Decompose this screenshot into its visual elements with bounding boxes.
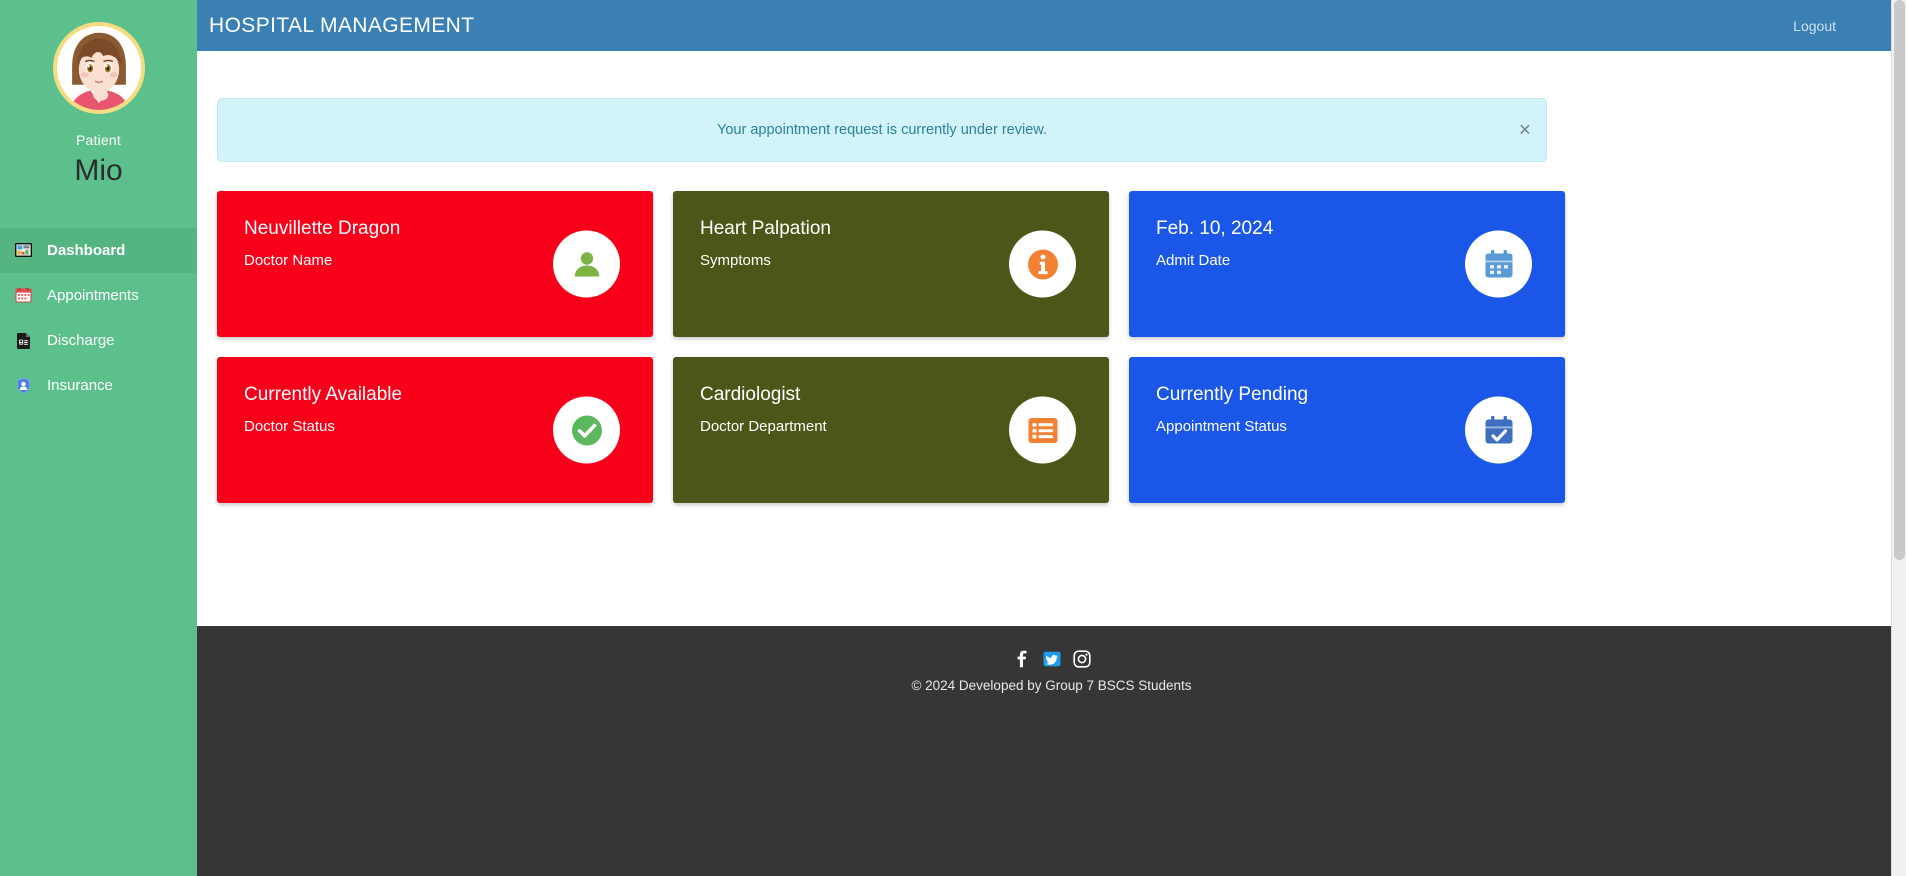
card-symptoms[interactable]: Heart Palpation Symptoms	[673, 191, 1109, 337]
sidebar-item-discharge[interactable]: Discharge	[0, 318, 197, 363]
calendar-check-icon	[1465, 396, 1532, 464]
app-root: Patient Mio Dashboard Appointments Disch…	[0, 0, 1906, 876]
calendar-icon	[14, 286, 33, 305]
sidebar-item-insurance[interactable]: Insurance	[0, 363, 197, 408]
card-admit-date[interactable]: Feb. 10, 2024 Admit Date	[1129, 191, 1565, 337]
alert-banner: Your appointment request is currently un…	[217, 98, 1547, 162]
dashboard-icon	[14, 241, 33, 260]
logout-link[interactable]: Logout	[1793, 18, 1836, 34]
main-area: HOSPITAL MANAGEMENT Logout Your appointm…	[197, 0, 1906, 876]
stat-card-grid: Neuvillette Dragon Doctor Name Heart Pal…	[217, 191, 1565, 503]
check-circle-icon	[553, 396, 620, 464]
document-icon	[14, 331, 33, 350]
avatar	[52, 22, 145, 114]
sidebar-item-label: Discharge	[47, 332, 115, 349]
content-area: Your appointment request is currently un…	[197, 51, 1906, 626]
page-title: HOSPITAL MANAGEMENT	[209, 13, 475, 37]
sidebar-nav: Dashboard Appointments Discharge Insuran…	[0, 228, 197, 408]
social-links	[1013, 650, 1091, 668]
instagram-icon[interactable]	[1072, 650, 1091, 668]
twitter-icon[interactable]	[1043, 650, 1061, 668]
info-icon	[1009, 230, 1076, 298]
top-header: HOSPITAL MANAGEMENT Logout	[197, 0, 1906, 51]
profile-role: Patient	[76, 132, 121, 148]
copyright-text: © 2024 Developed by Group 7 BSCS Student…	[911, 678, 1192, 693]
sidebar-item-label: Appointments	[47, 287, 139, 304]
close-icon[interactable]: ×	[1519, 120, 1531, 141]
sidebar-item-label: Dashboard	[47, 242, 126, 259]
patient-avatar-icon	[56, 26, 141, 110]
alert-message: Your appointment request is currently un…	[717, 122, 1047, 138]
sidebar-item-label: Insurance	[47, 377, 113, 394]
card-doctor-status[interactable]: Currently Available Doctor Status	[217, 357, 653, 503]
profile-name: Mio	[74, 154, 123, 187]
sidebar-item-appointments[interactable]: Appointments	[0, 273, 197, 318]
footer: © 2024 Developed by Group 7 BSCS Student…	[197, 626, 1906, 876]
card-doctor-name[interactable]: Neuvillette Dragon Doctor Name	[217, 191, 653, 337]
person-icon	[553, 230, 620, 298]
page-scrollbar[interactable]	[1891, 0, 1906, 876]
shield-user-icon	[14, 376, 33, 395]
sidebar: Patient Mio Dashboard Appointments Disch…	[0, 0, 197, 876]
scrollbar-thumb[interactable]	[1894, 0, 1905, 560]
sidebar-item-dashboard[interactable]: Dashboard	[0, 228, 197, 273]
card-doctor-department[interactable]: Cardiologist Doctor Department	[673, 357, 1109, 503]
card-appointment-status[interactable]: Currently Pending Appointment Status	[1129, 357, 1565, 503]
list-icon	[1009, 396, 1076, 464]
calendar-icon	[1465, 230, 1532, 298]
facebook-icon[interactable]	[1013, 650, 1031, 668]
